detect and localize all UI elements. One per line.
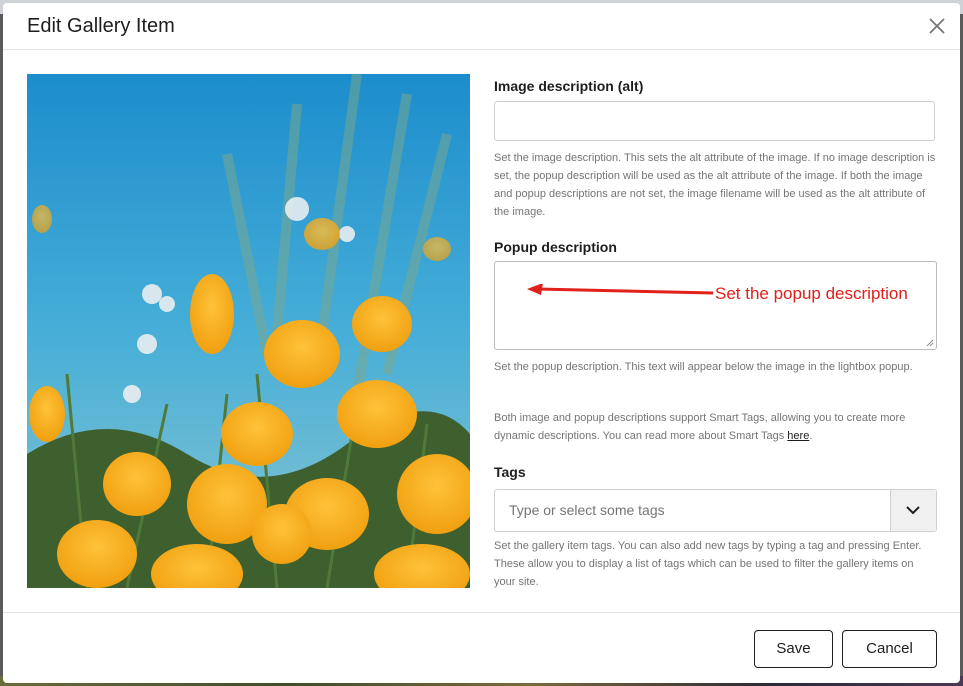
save-button[interactable]: Save — [754, 630, 833, 668]
smart-tags-help-suffix: . — [809, 430, 813, 442]
chevron-down-icon — [906, 506, 920, 515]
popup-annotation-text: Set the popup description — [715, 284, 908, 303]
alt-description-help: Set the image description. This sets the… — [494, 152, 936, 218]
alt-description-input[interactable] — [494, 101, 935, 141]
tags-dropdown-toggle[interactable] — [890, 490, 936, 531]
edit-gallery-item-modal: Edit Gallery Item Image description (alt… — [3, 3, 960, 683]
resize-grip-icon[interactable] — [926, 339, 934, 347]
alt-description-label: Image description (alt) — [494, 78, 644, 94]
tags-select[interactable]: Type or select some tags — [494, 489, 937, 532]
modal-footer: Save Cancel — [3, 612, 960, 683]
smart-tags-link[interactable]: here — [787, 430, 809, 442]
tags-label: Tags — [494, 464, 526, 480]
smart-tags-help: Both image and popup descriptions suppor… — [494, 409, 937, 445]
poppy-flowers-image — [27, 74, 470, 588]
popup-description-label: Popup description — [494, 239, 617, 255]
close-button[interactable] — [926, 15, 948, 37]
tags-placeholder: Type or select some tags — [509, 502, 665, 518]
annotation-arrow-icon — [527, 284, 714, 295]
popup-description-help: Set the popup description. This text wil… — [494, 361, 913, 373]
gallery-item-image — [27, 74, 470, 588]
tags-help: Set the gallery item tags. You can also … — [494, 540, 922, 588]
smart-tags-help-text: Both image and popup descriptions suppor… — [494, 412, 906, 442]
popup-description-textarea[interactable]: Set the popup description — [494, 261, 937, 350]
modal-header: Edit Gallery Item — [3, 3, 960, 50]
modal-title: Edit Gallery Item — [27, 15, 175, 37]
cancel-button[interactable]: Cancel — [842, 630, 937, 668]
close-icon — [929, 18, 945, 34]
